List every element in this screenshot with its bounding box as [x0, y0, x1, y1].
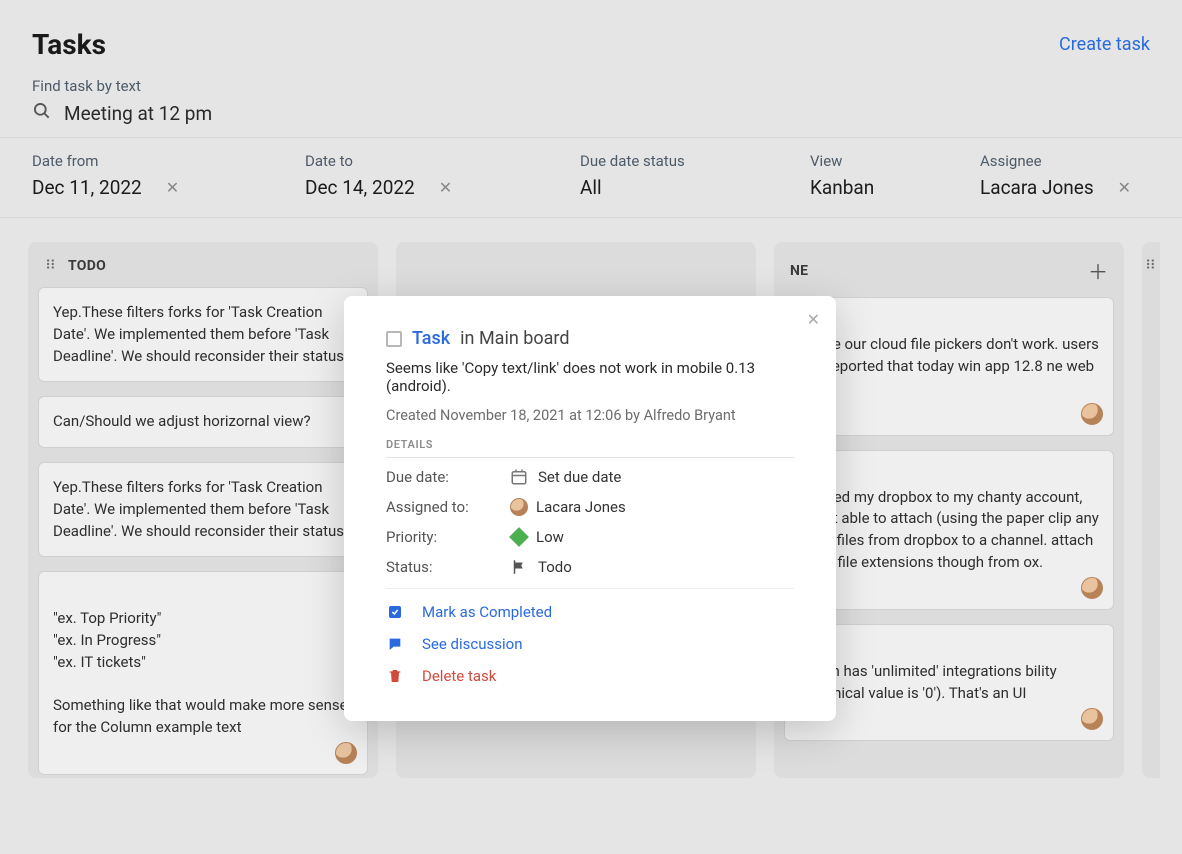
assignee-avatar: [1081, 577, 1103, 599]
clear-date-to-icon[interactable]: ✕: [439, 178, 452, 197]
divider: [386, 457, 794, 458]
close-icon[interactable]: ✕: [807, 310, 820, 329]
assignee-avatar: [335, 742, 357, 764]
filter-assignee-label: Assignee: [980, 152, 1150, 170]
action-label: Delete task: [422, 667, 496, 685]
action-label: See discussion: [422, 635, 522, 653]
kanban-column-todo: TODO Yep.These filters forks for 'Task C…: [28, 242, 378, 778]
mark-completed-button[interactable]: Mark as Completed: [386, 603, 794, 621]
task-description: Seems like 'Copy text/link' does not wor…: [386, 359, 794, 395]
filter-date-from-label: Date from: [32, 152, 305, 170]
column-title: TODO: [68, 258, 106, 274]
trash-icon: [386, 668, 404, 684]
task-card[interactable]: Yep.These filters forks for 'Task Creati…: [38, 287, 368, 382]
check-icon: [386, 604, 404, 620]
due-date-label: Due date:: [386, 468, 510, 486]
flag-icon: [510, 558, 538, 576]
delete-task-button[interactable]: Delete task: [386, 667, 794, 685]
task-card[interactable]: "ex. Top Priority" "ex. In Progress" "ex…: [38, 571, 368, 775]
filter-date-to-label: Date to: [305, 152, 580, 170]
details-heading: DETAILS: [386, 438, 794, 451]
page-title: Tasks: [32, 28, 106, 61]
task-detail-modal: ✕ Task in Main board Seems like 'Copy te…: [344, 296, 836, 721]
filter-due-status[interactable]: All: [580, 176, 810, 199]
task-card-text: ks like our cloud file pickers don't wor…: [799, 335, 1099, 397]
drag-handle-icon[interactable]: [1144, 256, 1158, 275]
kanban-column: [1142, 242, 1160, 778]
divider: [386, 588, 794, 589]
task-created-meta: Created November 18, 2021 at 12:06 by Al…: [386, 407, 794, 424]
priority-icon: [509, 527, 529, 547]
chat-icon: [386, 636, 404, 652]
search-icon[interactable]: [32, 101, 52, 125]
task-card-text: e linked my dropbox to my chanty account…: [799, 488, 1099, 571]
task-checkbox[interactable]: [386, 331, 402, 347]
status-value[interactable]: Todo: [538, 558, 572, 576]
due-date-value[interactable]: Set due date: [538, 468, 621, 486]
filter-assignee[interactable]: Lacara Jones: [980, 176, 1094, 199]
filter-view-label: View: [810, 152, 980, 170]
filter-date-to[interactable]: Dec 14, 2022: [305, 176, 415, 199]
task-link[interactable]: Task: [412, 328, 450, 349]
status-label: Status:: [386, 558, 510, 576]
assignee-avatar: [510, 498, 528, 516]
clear-date-from-icon[interactable]: ✕: [166, 178, 179, 197]
task-card-text: o plan has 'unlimited' integrations bili…: [799, 662, 1057, 702]
calendar-icon[interactable]: [510, 468, 538, 486]
priority-label: Priority:: [386, 528, 510, 546]
task-card[interactable]: Can/Should we adjust horizornal view?: [38, 396, 368, 448]
drag-handle-icon[interactable]: [44, 256, 58, 275]
add-task-icon[interactable]: ＋: [1088, 256, 1108, 285]
create-task-link[interactable]: Create task: [1059, 34, 1150, 55]
task-card[interactable]: Yep.These filters forks for 'Task Creati…: [38, 462, 368, 557]
see-discussion-button[interactable]: See discussion: [386, 635, 794, 653]
clear-assignee-icon[interactable]: ✕: [1118, 178, 1131, 197]
priority-value[interactable]: Low: [536, 528, 564, 546]
filter-due-label: Due date status: [580, 152, 810, 170]
search-label: Find task by text: [32, 77, 1150, 95]
action-label: Mark as Completed: [422, 603, 552, 621]
task-card-text: "ex. Top Priority" "ex. In Progress" "ex…: [53, 609, 348, 736]
assigned-to-value[interactable]: Lacara Jones: [536, 498, 626, 516]
assigned-to-label: Assigned to:: [386, 498, 510, 516]
search-input[interactable]: Meeting at 12 pm: [64, 102, 212, 125]
assignee-avatar: [1081, 403, 1103, 425]
assignee-avatar: [1081, 708, 1103, 730]
filter-view[interactable]: Kanban: [810, 176, 980, 199]
task-location: in Main board: [460, 328, 569, 349]
column-title: NE: [790, 263, 808, 279]
filter-date-from[interactable]: Dec 11, 2022: [32, 176, 142, 199]
